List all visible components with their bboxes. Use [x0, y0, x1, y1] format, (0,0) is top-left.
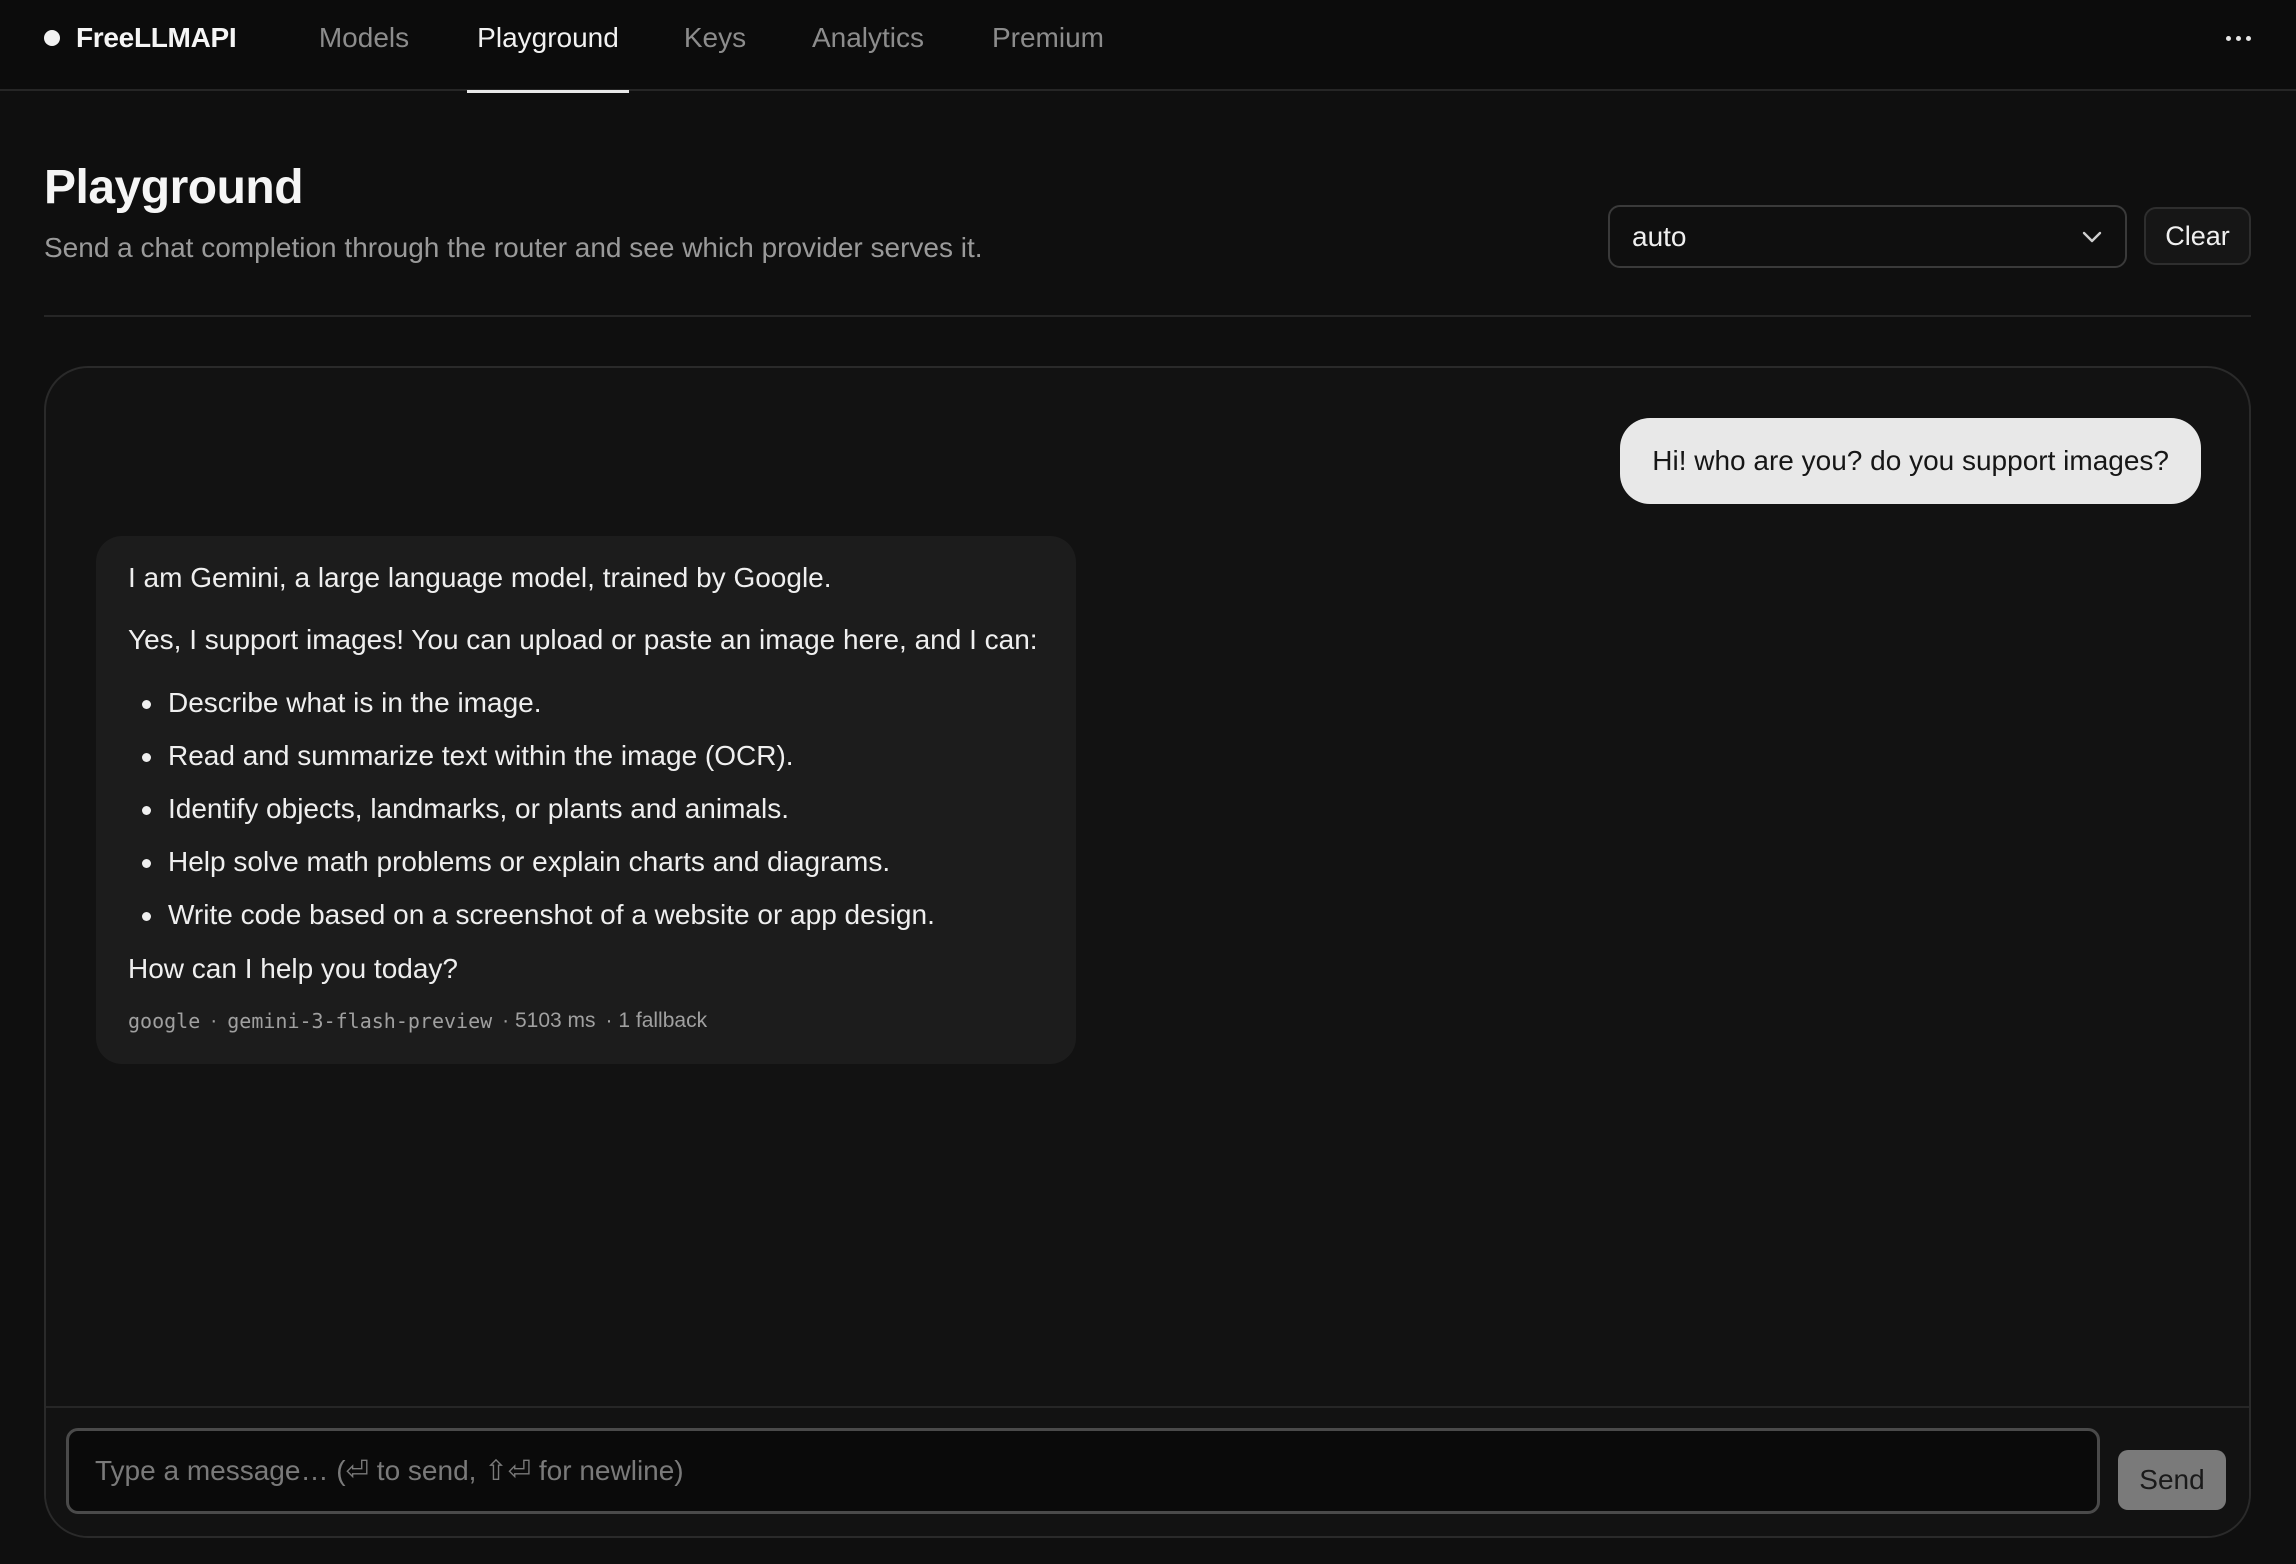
meta-fallback: · 1 fallback [605, 1009, 708, 1032]
top-nav: FreeLLMAPI Models Playground Keys Analyt… [0, 0, 2296, 93]
user-message: Hi! who are you? do you support images? [1620, 418, 2201, 504]
list-item: Write code based on a screenshot of a we… [128, 896, 1044, 934]
clear-button[interactable]: Clear [2144, 207, 2251, 265]
meta-provider: google [128, 1009, 201, 1033]
list-item: Describe what is in the image. [128, 684, 1044, 722]
meta-model: gemini-3-flash-preview [227, 1009, 493, 1033]
list-item: Identify objects, landmarks, or plants a… [128, 790, 1044, 828]
model-select-value: auto [1632, 220, 1687, 252]
page-title: Playground [44, 161, 304, 214]
brand[interactable]: FreeLLMAPI [44, 0, 237, 76]
list-item: Read and summarize text within the image… [128, 737, 1044, 775]
composer: Send [46, 1406, 2249, 1536]
brand-name: FreeLLMAPI [76, 22, 237, 53]
tab-models[interactable]: Models [308, 0, 420, 91]
header-divider [44, 315, 2251, 317]
more-horizontal-icon[interactable] [2216, 20, 2260, 56]
tab-analytics[interactable]: Analytics [803, 0, 933, 91]
send-button[interactable]: Send [2118, 1450, 2226, 1510]
tab-keys[interactable]: Keys [672, 0, 758, 91]
list-item: Help solve math problems or explain char… [128, 843, 1044, 881]
tab-premium[interactable]: Premium [984, 0, 1112, 91]
tab-playground[interactable]: Playground [467, 0, 629, 93]
chat-panel: Hi! who are you? do you support images? … [44, 366, 2251, 1538]
message-input[interactable] [66, 1428, 2100, 1514]
brand-dot-icon [44, 30, 60, 46]
meta-latency: · 5103 ms [502, 1009, 596, 1032]
assistant-capability-list: Describe what is in the image. Read and … [128, 684, 1044, 934]
assistant-lead: Yes, I support images! You can upload or… [128, 624, 1038, 655]
response-meta: google · gemini-3-flash-preview · 5103 m… [128, 1009, 1044, 1033]
chevron-down-icon [2081, 226, 2103, 248]
assistant-intro: I am Gemini, a large language model, tra… [128, 562, 832, 593]
meta-separator: · [210, 1009, 218, 1032]
model-select[interactable]: auto [1608, 205, 2127, 268]
assistant-message: I am Gemini, a large language model, tra… [96, 536, 1076, 1064]
page-subtitle: Send a chat completion through the route… [44, 232, 983, 263]
assistant-closing: How can I help you today? [128, 953, 458, 984]
